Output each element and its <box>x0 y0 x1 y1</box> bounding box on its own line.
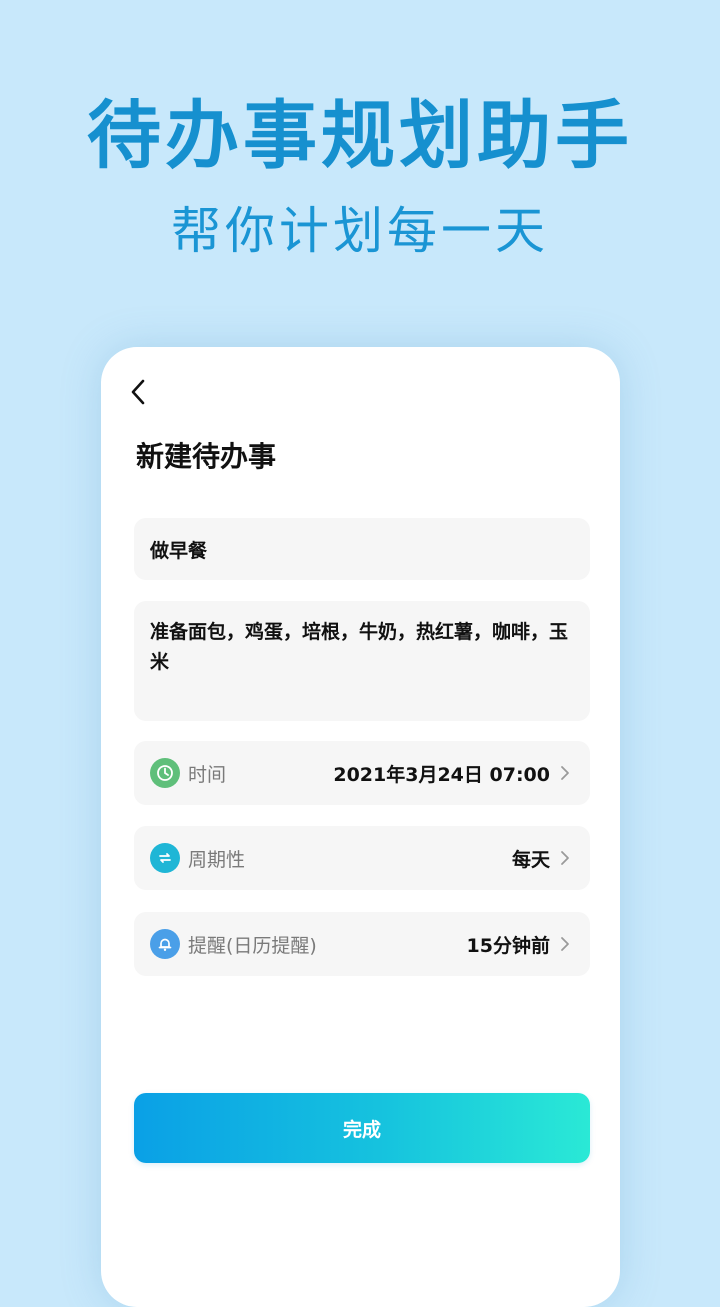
repeat-value: 每天 <box>511 848 550 871</box>
time-value: 2021年3月24日 07:00 <box>333 763 550 786</box>
reminder-value: 15分钟前 <box>466 934 550 957</box>
todo-title-input[interactable]: 做早餐 <box>134 518 590 580</box>
time-label: 时间 <box>188 763 227 786</box>
back-button[interactable] <box>123 375 153 409</box>
todo-description-input[interactable]: 准备面包，鸡蛋，培根，牛奶，热红薯，咖啡，玉米 <box>134 601 590 721</box>
todo-title-value: 做早餐 <box>150 539 208 562</box>
promo-subtitle: 帮你计划每一天 <box>171 202 549 260</box>
repeat-icon <box>150 843 180 873</box>
chevron-left-icon <box>131 379 145 405</box>
clock-icon <box>150 758 180 788</box>
bell-icon <box>150 929 180 959</box>
chevron-right-icon <box>560 850 570 866</box>
promo-title: 待办事规划助手 <box>87 93 633 179</box>
time-row[interactable]: 时间 2021年3月24日 07:00 <box>134 741 590 805</box>
page-title: 新建待办事 <box>136 440 277 473</box>
chevron-right-icon <box>560 765 570 781</box>
repeat-row[interactable]: 周期性 每天 <box>134 826 590 890</box>
phone-screen-card: 新建待办事 做早餐 准备面包，鸡蛋，培根，牛奶，热红薯，咖啡，玉米 时间 202… <box>101 347 620 1307</box>
chevron-right-icon <box>560 936 570 952</box>
done-button[interactable]: 完成 <box>134 1093 590 1163</box>
reminder-row[interactable]: 提醒(日历提醒) 15分钟前 <box>134 912 590 976</box>
reminder-label: 提醒(日历提醒) <box>188 934 317 957</box>
todo-description-value: 准备面包，鸡蛋，培根，牛奶，热红薯，咖啡，玉米 <box>150 621 569 673</box>
repeat-label: 周期性 <box>188 848 246 871</box>
